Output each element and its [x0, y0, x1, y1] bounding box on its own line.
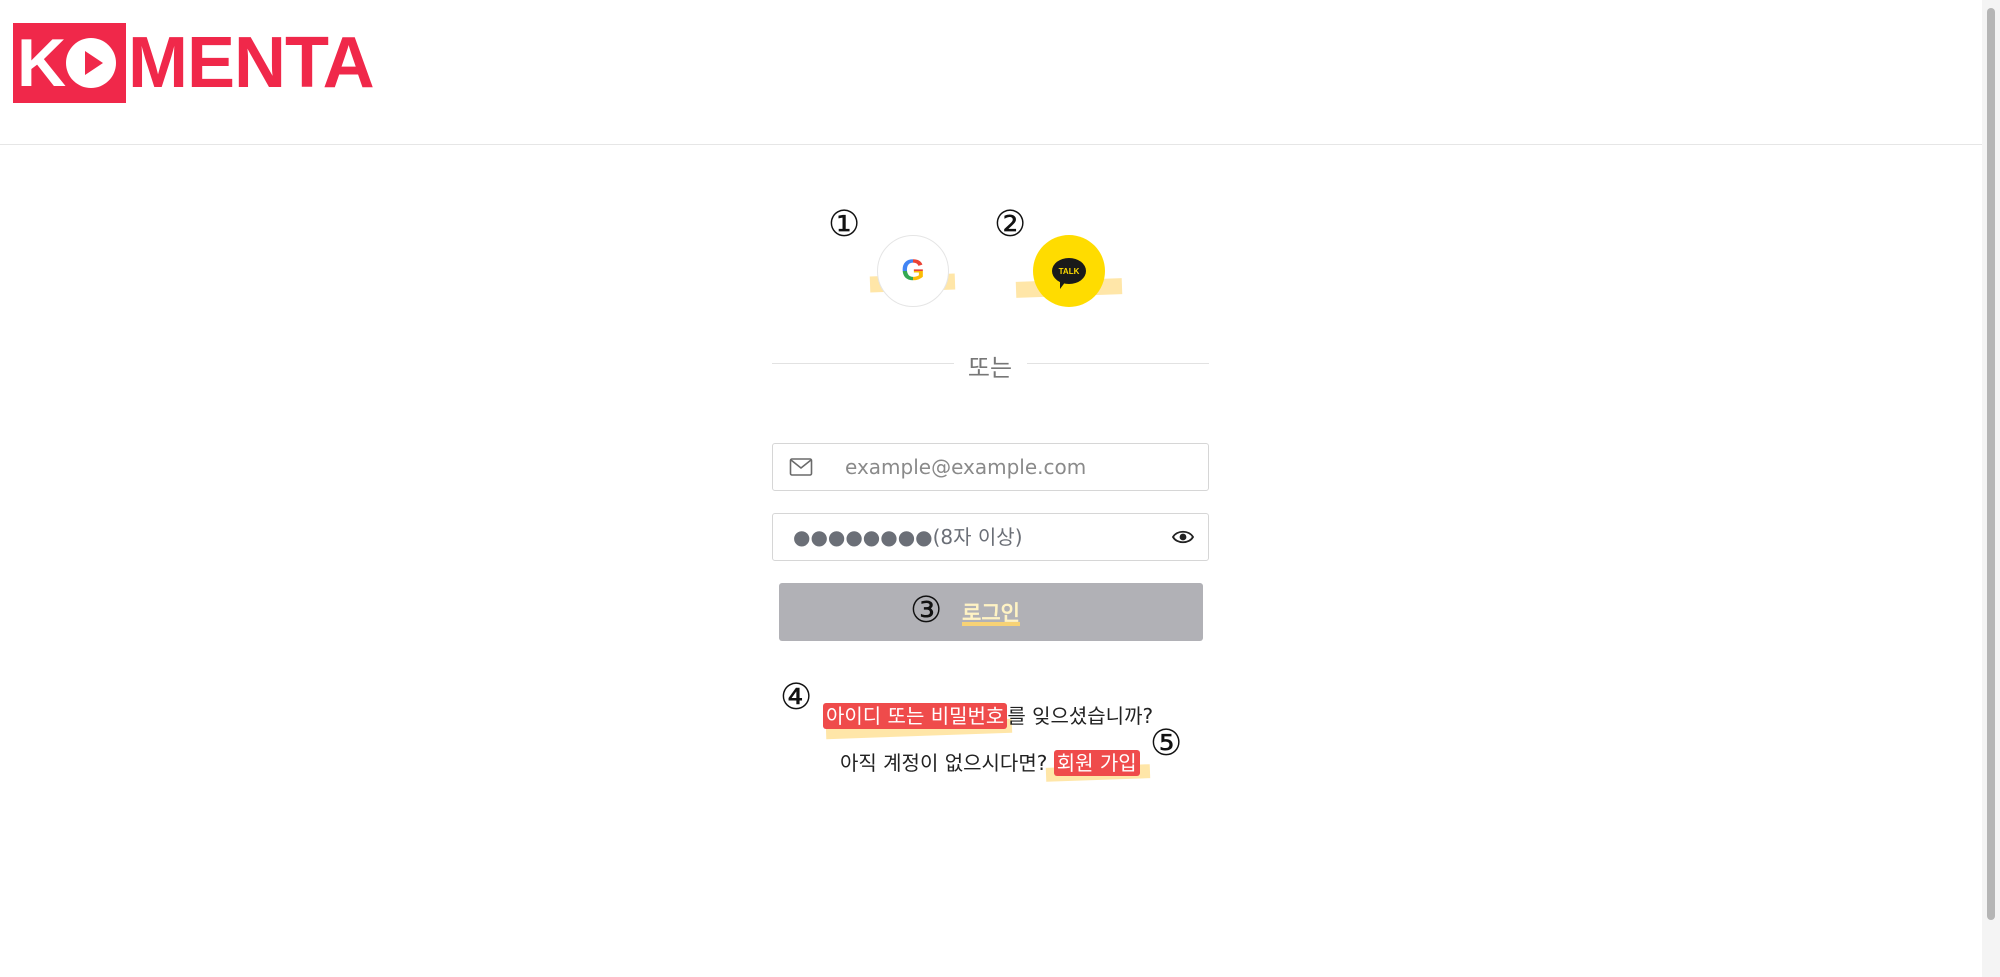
logo-box: K	[13, 23, 126, 103]
kakao-talk-label: TALK	[1058, 266, 1080, 276]
logo-text-k: K	[17, 25, 66, 101]
annotation-2: ②	[994, 204, 1027, 245]
annotation-1: ①	[828, 204, 861, 245]
annotation-5: ⑤	[1150, 723, 1183, 764]
komenta-logo[interactable]: K MENTA	[13, 23, 375, 103]
scroll-thumb[interactable]	[1987, 8, 1995, 920]
google-login-button[interactable]: G	[877, 235, 949, 307]
scrollbar[interactable]	[1982, 0, 2000, 977]
header: K MENTA	[0, 0, 1982, 145]
forgot-credentials-link[interactable]: 아이디 또는 비밀번호	[823, 703, 1008, 729]
forgot-suffix: 를 잊으셨습니까?	[1007, 704, 1154, 728]
signup-prefix: 아직 계정이 없으시다면?	[840, 751, 1054, 775]
email-input[interactable]	[845, 454, 1195, 480]
email-field[interactable]	[772, 443, 1209, 491]
password-input[interactable]	[793, 524, 1163, 550]
login-page: K MENTA ① ② G TALK 또는 로그인	[0, 0, 2000, 977]
signup-line: 아직 계정이 없으시다면? 회원 가입	[840, 747, 1140, 776]
annotation-4: ④	[780, 677, 813, 718]
divider-text: 또는	[967, 354, 1013, 382]
annotation-3: ③	[910, 590, 943, 631]
login-label: 로그인	[962, 601, 1020, 625]
login-button[interactable]: 로그인	[779, 583, 1203, 641]
mail-icon	[789, 458, 813, 476]
play-icon	[66, 38, 117, 88]
signup-link[interactable]: 회원 가입	[1053, 750, 1140, 776]
password-field[interactable]	[772, 513, 1209, 561]
google-g-icon: G	[901, 254, 925, 287]
kakao-login-button[interactable]: TALK	[1033, 235, 1105, 307]
logo-text: MENTA	[128, 23, 375, 103]
eye-icon[interactable]	[1172, 528, 1194, 546]
kakao-talk-icon: TALK	[1052, 258, 1086, 289]
divider-line-left	[772, 363, 954, 364]
forgot-password-line: 아이디 또는 비밀번호 를 잊으셨습니까?	[823, 700, 1153, 729]
divider-line-right	[1027, 363, 1209, 364]
